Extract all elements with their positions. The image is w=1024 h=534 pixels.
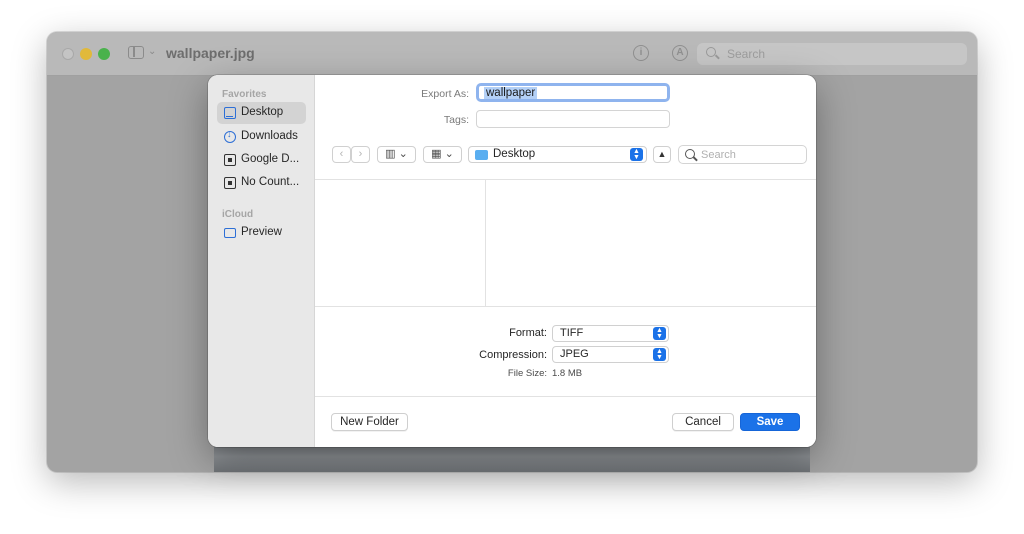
group-by-button[interactable]: ▦ ⌄ [423, 146, 462, 163]
compression-select[interactable]: JPEG ▲ ▼ [552, 346, 669, 363]
forward-button[interactable]: › [351, 146, 370, 163]
dialog-sidebar: Favorites Desktop Downloads Google D... … [208, 75, 315, 447]
window-search-field[interactable]: Search [697, 43, 967, 65]
dialog-main: Export As: wallpaper Tags: ‹ › ▥ ⌄ ▦ ⌄ D… [315, 75, 816, 447]
drive-icon [224, 154, 236, 166]
sidebar-item-no-count[interactable]: No Count... [217, 172, 306, 194]
close-window-button[interactable] [62, 48, 74, 60]
footer-divider [315, 396, 816, 397]
chevron-right-icon: › [358, 148, 363, 160]
drive-icon [224, 177, 236, 189]
sidebar-item-label: No Count... [241, 176, 300, 188]
sidebar-item-preview[interactable]: Preview [217, 222, 306, 244]
window-title: wallpaper.jpg [166, 45, 255, 61]
column-divider[interactable] [485, 180, 486, 306]
window-titlebar: ⌄ wallpaper.jpg i A Search [47, 32, 977, 76]
chevron-up-icon: ▲ [657, 149, 667, 159]
back-button[interactable]: ‹ [332, 146, 351, 163]
markup-icon[interactable]: A [672, 45, 688, 61]
search-icon [706, 47, 716, 57]
sidebar-toggle-icon[interactable] [128, 46, 144, 59]
columns-view-icon: ▥ ⌄ [385, 148, 408, 160]
search-icon [685, 149, 695, 159]
file-size-value: 1.8 MB [552, 368, 583, 379]
format-label: Format: [509, 327, 547, 339]
favorites-heading: Favorites [222, 89, 267, 100]
export-as-value: wallpaper [484, 87, 538, 99]
sidebar-item-label: Desktop [241, 106, 284, 118]
file-browser[interactable] [315, 179, 816, 307]
compression-label: Compression: [479, 349, 547, 361]
dialog-search-field[interactable]: Search [678, 145, 807, 164]
folder-icon [475, 150, 488, 160]
window-search-placeholder: Search [727, 47, 766, 61]
folder-icon [224, 228, 236, 238]
minimize-window-button[interactable] [80, 48, 92, 60]
format-value: TIFF [560, 327, 584, 339]
image-preview [214, 446, 810, 472]
desktop-icon [224, 107, 236, 119]
tags-label: Tags: [443, 114, 469, 126]
sidebar-item-label: Google D... [241, 153, 300, 165]
sidebar-item-label: Downloads [241, 130, 298, 142]
location-value: Desktop [493, 148, 536, 160]
sidebar-item-label: Preview [241, 226, 282, 238]
downloads-icon [224, 129, 236, 143]
export-as-label: Export As: [421, 88, 469, 100]
location-select[interactable]: Desktop ▲ ▼ [468, 146, 647, 163]
sidebar-item-desktop[interactable]: Desktop [217, 102, 306, 124]
tags-field[interactable] [476, 110, 670, 128]
cancel-button[interactable]: Cancel [672, 413, 734, 431]
format-select[interactable]: TIFF ▲ ▼ [552, 325, 669, 342]
zoom-window-button[interactable] [98, 48, 110, 60]
dialog-search-placeholder: Search [701, 149, 736, 161]
new-folder-button[interactable]: New Folder [331, 413, 408, 431]
icloud-heading: iCloud [222, 209, 254, 220]
export-as-field[interactable]: wallpaper [476, 83, 670, 102]
sidebar-item-downloads[interactable]: Downloads [217, 126, 306, 148]
compression-value: JPEG [560, 348, 589, 360]
save-button[interactable]: Save [740, 413, 800, 431]
stepper-icon: ▲ ▼ [653, 348, 666, 361]
grid-icon: ▦ ⌄ [431, 148, 454, 160]
info-icon[interactable]: i [633, 45, 649, 61]
stepper-icon: ▲ ▼ [630, 148, 643, 161]
sidebar-item-google-drive[interactable]: Google D... [217, 149, 306, 171]
file-size-label: File Size: [507, 368, 547, 379]
export-dialog: Favorites Desktop Downloads Google D... … [208, 75, 816, 447]
chevron-down-icon[interactable]: ⌄ [148, 46, 156, 57]
collapse-button[interactable]: ▲ [653, 146, 671, 163]
view-mode-button[interactable]: ▥ ⌄ [377, 146, 416, 163]
chevron-left-icon: ‹ [339, 148, 344, 160]
stepper-icon: ▲ ▼ [653, 327, 666, 340]
